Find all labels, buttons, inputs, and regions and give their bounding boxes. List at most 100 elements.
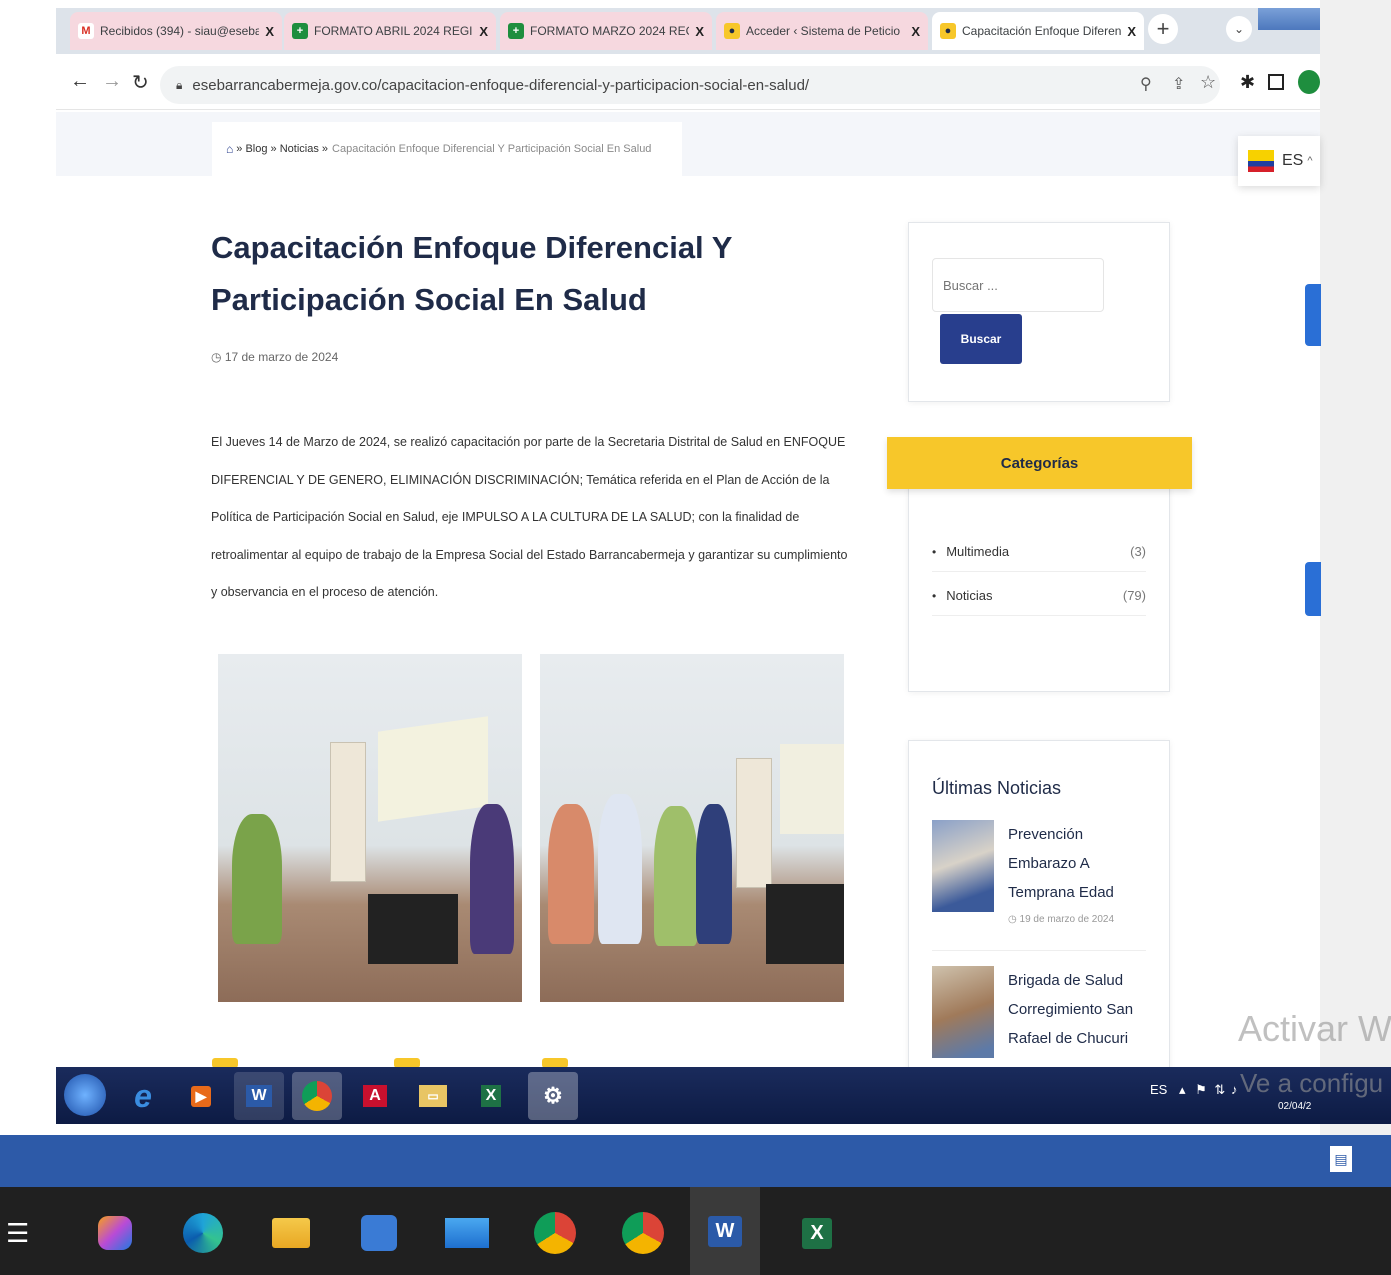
show-hidden-icons-icon[interactable]: ▴ [1179, 1082, 1186, 1097]
category-multimedia[interactable]: • Multimedia (3) [932, 532, 1146, 572]
edge-icon[interactable] [176, 1206, 230, 1260]
sheets-icon: + [292, 23, 308, 39]
flag-icon[interactable]: ⚑ [1195, 1082, 1207, 1097]
remote-session-bar [0, 1135, 1391, 1187]
news-thumbnail[interactable] [932, 820, 994, 912]
language-code: ES [1282, 152, 1304, 169]
bullet-icon: • [932, 544, 937, 559]
tab-capacitacion-active[interactable]: ● Capacitación Enfoque Diferen X [932, 12, 1144, 50]
projection-screen [780, 744, 844, 834]
word-icon[interactable]: W [234, 1072, 284, 1120]
activation-watermark-subtitle: Ve a configu [1240, 1068, 1384, 1098]
volume-icon[interactable]: ♪ [1231, 1082, 1238, 1097]
mail-icon[interactable] [440, 1206, 494, 1260]
breadcrumb-separator: » [321, 143, 329, 155]
category-name: Multimedia [946, 544, 1010, 559]
copilot-icon[interactable] [88, 1206, 142, 1260]
person [696, 804, 732, 944]
category-count: (3) [1130, 544, 1146, 559]
category-name: Noticias [946, 588, 993, 603]
breadcrumb-noticias[interactable]: Noticias [280, 143, 319, 155]
category-count: (79) [1122, 588, 1146, 603]
close-icon[interactable]: X [911, 24, 920, 39]
excel-icon[interactable]: X [790, 1206, 844, 1260]
back-arrow-icon[interactable]: ← [70, 70, 90, 93]
person [470, 804, 514, 954]
site-icon: ● [724, 23, 740, 39]
forward-arrow-icon[interactable]: → [102, 70, 122, 93]
news-item-date: ◷ 19 de marzo de 2024 [1008, 914, 1115, 925]
category-noticias[interactable]: • Noticias (79) [932, 576, 1146, 616]
language-indicator[interactable]: ES [1150, 1082, 1167, 1097]
news-item-title[interactable]: Prevención Embarazo A Temprana Edad [1008, 820, 1148, 907]
tab-label: Recibidos (394) - siau@esebar [100, 24, 260, 38]
home-icon[interactable]: ⌂ [226, 142, 233, 156]
lock-icon: 🔒︎ [176, 77, 183, 92]
tab-label: FORMATO ABRIL 2024 REGIST [314, 24, 474, 38]
search-input[interactable] [932, 258, 1104, 312]
post-date-text: 17 de marzo de 2024 [224, 350, 339, 364]
start-orb-icon[interactable] [64, 1074, 106, 1116]
window-controls[interactable] [1258, 8, 1320, 30]
breadcrumb-blog[interactable]: Blog [245, 143, 267, 155]
clock-icon: ◷ [1008, 914, 1017, 925]
url-field[interactable]: 🔒︎ esebarrancabermeja.gov.co/capacitacio… [160, 66, 1220, 104]
chrome-icon[interactable] [528, 1206, 582, 1260]
chrome-profile-icon[interactable] [616, 1206, 670, 1260]
close-icon[interactable]: X [1127, 24, 1136, 39]
new-tab-icon[interactable]: + [1148, 14, 1178, 44]
post-photo-1[interactable] [218, 654, 522, 1002]
bullet-icon: • [932, 588, 937, 603]
system-tray: ES ▴ ⚑ ⇅ ♪ [1150, 1082, 1237, 1098]
tab-label: Acceder ‹ Sistema de Peticio [746, 24, 901, 38]
tab-formato-abril[interactable]: + FORMATO ABRIL 2024 REGIST X [284, 12, 496, 50]
breadcrumb-separator: » [270, 143, 277, 155]
store-icon[interactable] [352, 1206, 406, 1260]
tab-formato-marzo[interactable]: + FORMATO MARZO 2024 REG X [500, 12, 712, 50]
task-view-icon[interactable]: ☰ [6, 1218, 29, 1249]
zoom-icon[interactable]: ⚲ [1140, 74, 1152, 94]
breadcrumb-current: Capacitación Enfoque Diferencial Y Parti… [332, 143, 652, 155]
person [548, 804, 594, 944]
acrobat-icon[interactable]: A [350, 1072, 400, 1120]
tab-search-chevron-icon[interactable]: ⌄ [1226, 16, 1252, 42]
network-icon[interactable]: ⇅ [1214, 1082, 1225, 1097]
word-icon[interactable]: W [690, 1187, 760, 1275]
internet-explorer-icon[interactable]: e [118, 1072, 168, 1120]
search-widget [908, 222, 1170, 402]
post-body: El Jueves 14 de Marzo de 2024, se realiz… [211, 435, 848, 600]
breadcrumb: ⌂ » Blog » Noticias » Capacitación Enfoq… [212, 122, 682, 176]
file-explorer-icon[interactable] [264, 1206, 318, 1260]
photo-door [330, 742, 366, 882]
keyboard-layout-icon[interactable]: ▤ [1330, 1146, 1352, 1172]
search-button[interactable]: Buscar [940, 314, 1022, 364]
taskbar-date: 02/04/2 [1278, 1101, 1312, 1112]
tab-gmail[interactable]: M Recibidos (394) - siau@esebar X [70, 12, 282, 50]
tab-label: FORMATO MARZO 2024 REG [530, 24, 690, 38]
close-icon[interactable]: X [695, 24, 704, 39]
extensions-icon[interactable]: ✱ [1240, 72, 1255, 93]
share-icon[interactable]: ⇪ [1172, 74, 1185, 94]
excel-icon[interactable]: X [466, 1072, 516, 1120]
post-title: Capacitación Enfoque Diferencial Y Parti… [211, 230, 732, 317]
floating-accessibility-tab[interactable] [1305, 284, 1321, 346]
close-icon[interactable]: X [479, 24, 488, 39]
file-explorer-icon[interactable]: ▭ [408, 1072, 458, 1120]
remote-app-icon[interactable]: ⚙ [528, 1072, 578, 1120]
floating-chat-tab[interactable] [1305, 562, 1321, 616]
tab-acceder[interactable]: ● Acceder ‹ Sistema de Peticio X [716, 12, 928, 50]
table [766, 884, 844, 964]
close-icon[interactable]: X [265, 24, 274, 39]
post-photo-2[interactable] [540, 654, 844, 1002]
reload-icon[interactable]: ↻ [132, 70, 149, 95]
site-icon: ● [940, 23, 956, 39]
chrome-icon[interactable] [292, 1072, 342, 1120]
news-thumbnail[interactable] [932, 966, 994, 1058]
sidebar-toggle-icon[interactable] [1268, 74, 1284, 90]
news-item-title[interactable]: Brigada de Salud Corregimiento San Rafae… [1008, 966, 1148, 1053]
profile-avatar[interactable] [1298, 70, 1320, 94]
latest-news-heading: Últimas Noticias [932, 778, 1062, 798]
media-player-icon[interactable]: ▶ [176, 1072, 226, 1120]
bookmark-star-icon[interactable]: ☆ [1200, 72, 1216, 93]
language-selector[interactable]: ES ^ [1238, 136, 1320, 186]
